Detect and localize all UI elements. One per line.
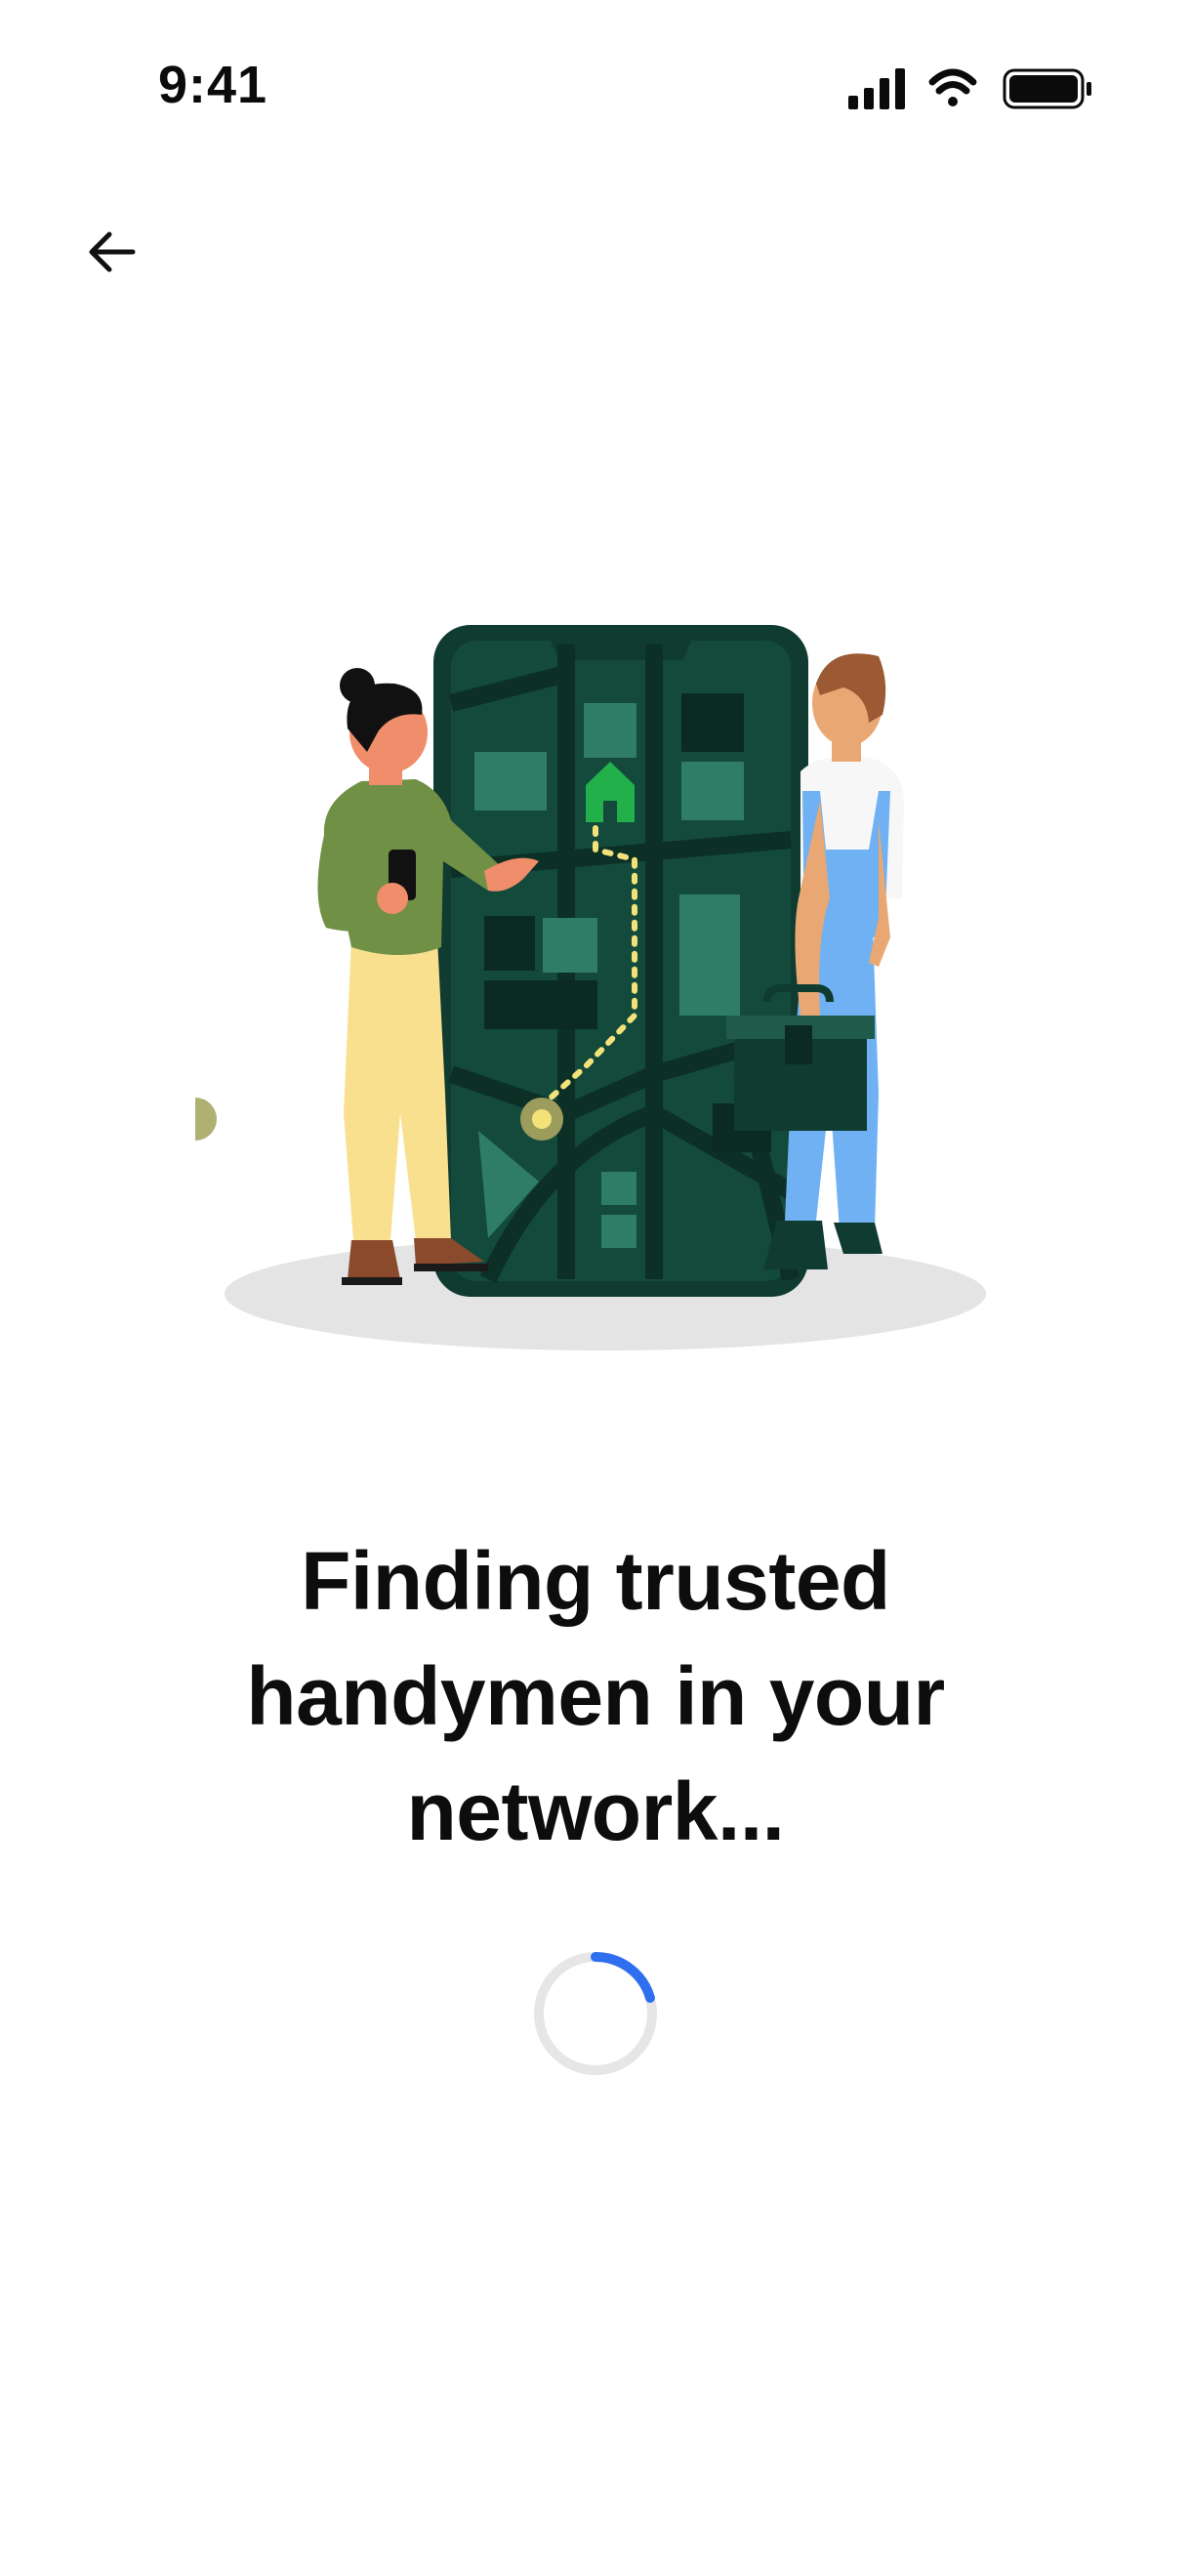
wifi-icon xyxy=(928,68,977,106)
status-bar: 9:41 xyxy=(0,0,1190,176)
loading-headline: Finding trusted handymen in your network… xyxy=(246,1535,945,1857)
status-time: 9:41 xyxy=(158,56,268,114)
handyman-map-illustration xyxy=(195,625,986,1350)
loading-spinner-icon xyxy=(534,1951,657,2075)
phone-map-graphic xyxy=(195,625,808,1297)
back-button[interactable] xyxy=(76,217,146,287)
cellular-signal-icon xyxy=(848,68,905,109)
battery-icon xyxy=(1003,68,1091,109)
arrow-left-icon xyxy=(89,231,136,272)
status-icons xyxy=(848,68,1091,109)
